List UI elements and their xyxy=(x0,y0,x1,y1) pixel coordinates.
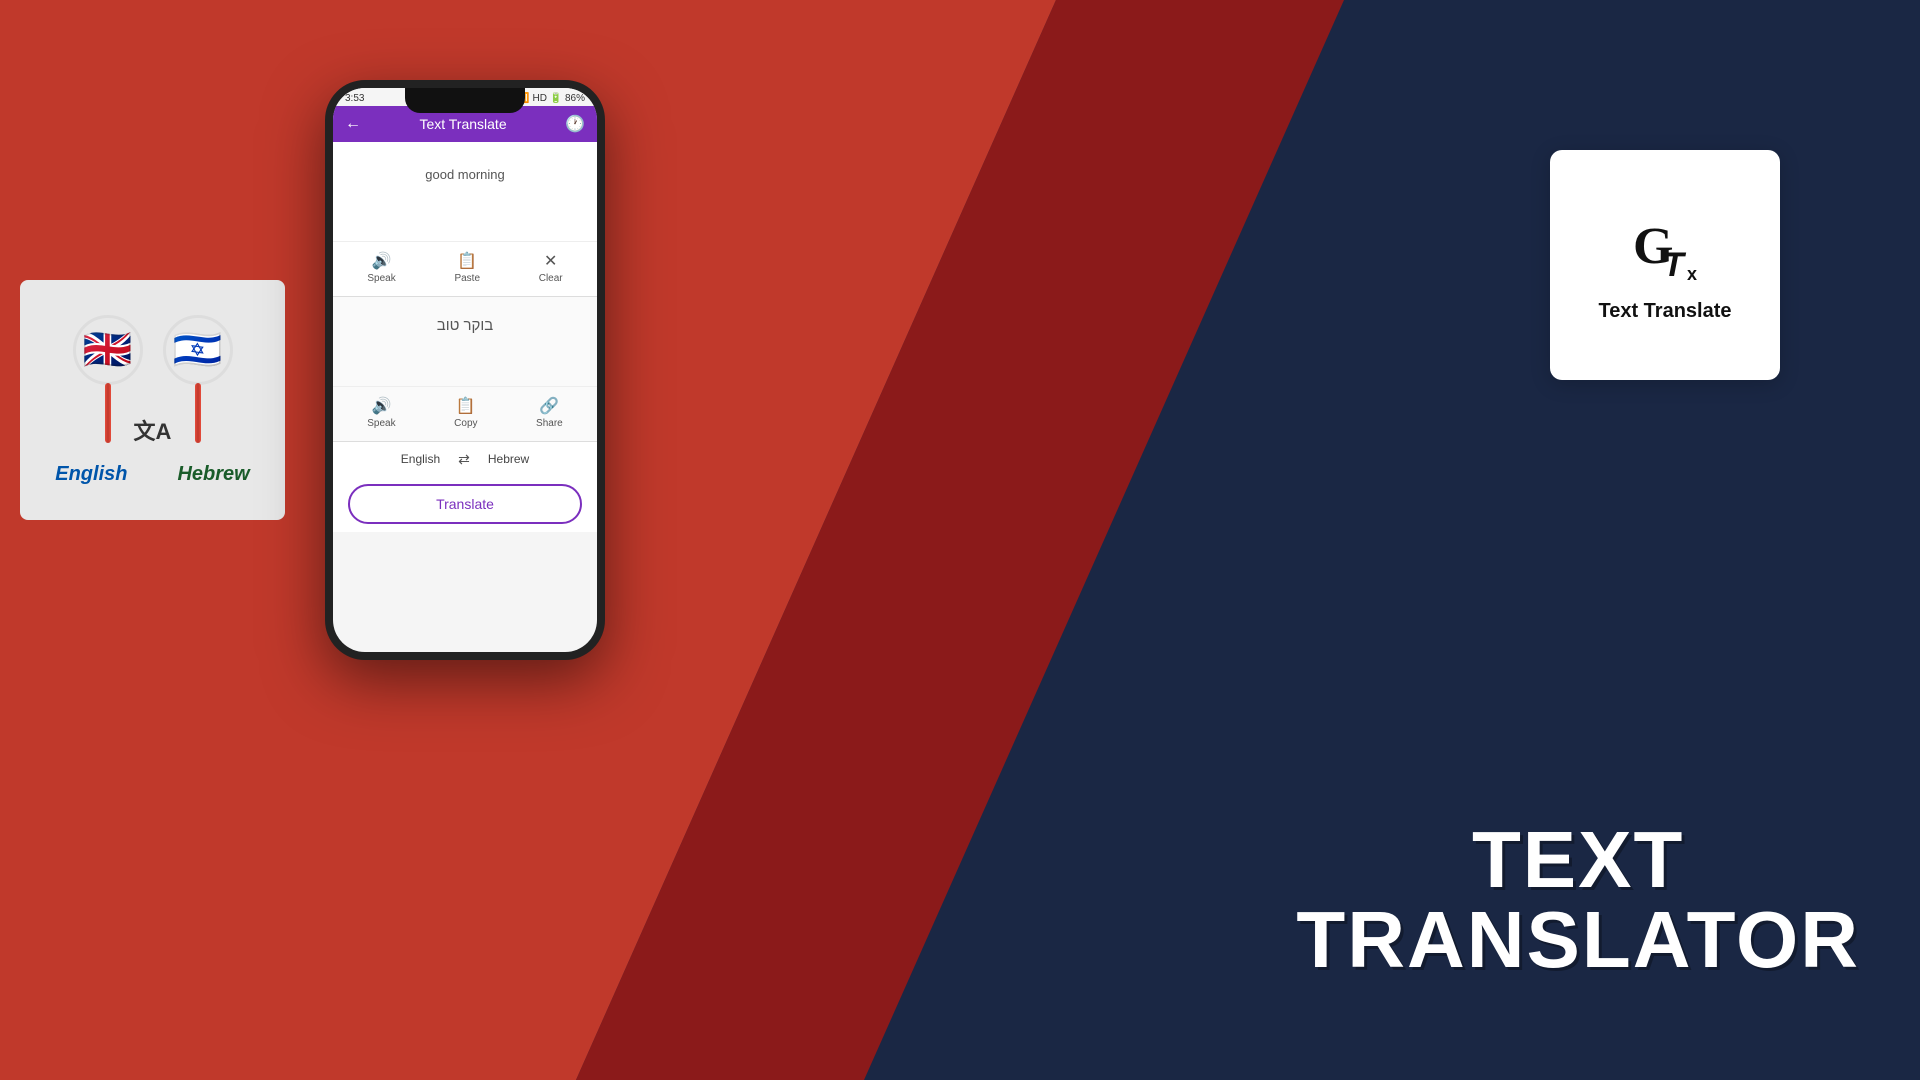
big-text-container: TEXT TRANSLATOR xyxy=(1296,820,1860,980)
clear-label: Clear xyxy=(539,273,563,284)
translate-button-container: Translate xyxy=(333,476,597,532)
input-action-buttons: 🔊 Speak 📋 Paste ✕ Clear xyxy=(333,242,597,297)
english-label: English xyxy=(55,463,127,486)
english-stick xyxy=(105,383,111,443)
speak-input-icon: 🔊 xyxy=(372,251,392,271)
flags-row: 🇬🇧 文A 🇮🇱 xyxy=(73,315,233,443)
copy-label: Copy xyxy=(454,418,477,429)
paste-icon: 📋 xyxy=(457,251,477,271)
phone-frame: 3:53 📶 HD 🔋 86% ← Text Translate 🕐 good … xyxy=(325,80,605,660)
hebrew-stick xyxy=(195,383,201,443)
right-card-title: Text Translate xyxy=(1598,300,1731,323)
history-button[interactable]: 🕐 xyxy=(565,114,585,134)
speak-input-label: Speak xyxy=(367,273,395,284)
source-language-button[interactable]: English xyxy=(393,450,448,468)
input-area[interactable]: good morning xyxy=(333,142,597,242)
big-text-line2: TRANSLATOR xyxy=(1296,900,1860,980)
hebrew-label: Hebrew xyxy=(177,463,249,486)
battery-pct: 86% xyxy=(565,93,585,104)
translate-button[interactable]: Translate xyxy=(348,484,582,524)
phone-container: 3:53 📶 HD 🔋 86% ← Text Translate 🕐 good … xyxy=(310,80,620,720)
share-icon: 🔗 xyxy=(539,396,559,416)
output-area: בוקר טוב xyxy=(333,297,597,387)
svg-text:T: T xyxy=(1663,246,1687,284)
speak-input-button[interactable]: 🔊 Speak xyxy=(359,247,403,288)
translate-icon: 文A xyxy=(128,405,178,455)
output-text: בוקר טוב xyxy=(343,307,587,334)
copy-icon: 📋 xyxy=(456,396,476,416)
speak-output-label: Speak xyxy=(367,418,395,429)
swap-languages-button[interactable]: ⇄ xyxy=(458,451,470,468)
status-time: 3:53 xyxy=(345,93,364,104)
output-action-buttons: 🔊 Speak 📋 Copy 🔗 Share xyxy=(333,387,597,442)
clear-button[interactable]: ✕ Clear xyxy=(531,247,571,288)
target-language-button[interactable]: Hebrew xyxy=(480,450,537,468)
status-icons: 📶 HD 🔋 86% xyxy=(517,93,585,104)
speak-output-button[interactable]: 🔊 Speak xyxy=(359,392,403,433)
phone-screen: 3:53 📶 HD 🔋 86% ← Text Translate 🕐 good … xyxy=(333,88,597,652)
paste-label: Paste xyxy=(454,273,480,284)
copy-button[interactable]: 📋 Copy xyxy=(446,392,485,433)
hebrew-flag: 🇮🇱 xyxy=(163,315,233,385)
gt-logo-svg: G T x xyxy=(1625,208,1705,288)
english-flag: 🇬🇧 xyxy=(73,315,143,385)
share-label: Share xyxy=(536,418,563,429)
paste-button[interactable]: 📋 Paste xyxy=(446,247,488,288)
svg-text:x: x xyxy=(1687,264,1697,284)
clear-icon: ✕ xyxy=(544,251,557,271)
share-button[interactable]: 🔗 Share xyxy=(528,392,571,433)
back-button[interactable]: ← xyxy=(345,115,361,133)
left-language-card: 🇬🇧 文A 🇮🇱 English Hebrew xyxy=(20,280,285,520)
language-selector-bar: English ⇄ Hebrew xyxy=(333,442,597,476)
phone-notch xyxy=(405,88,525,113)
input-text: good morning xyxy=(343,152,587,182)
right-logo-card: G T x Text Translate xyxy=(1550,150,1780,380)
speak-output-icon: 🔊 xyxy=(371,396,391,416)
app-title: Text Translate xyxy=(361,116,565,132)
lang-labels: English Hebrew xyxy=(55,463,249,486)
big-text-line1: TEXT xyxy=(1296,820,1860,900)
